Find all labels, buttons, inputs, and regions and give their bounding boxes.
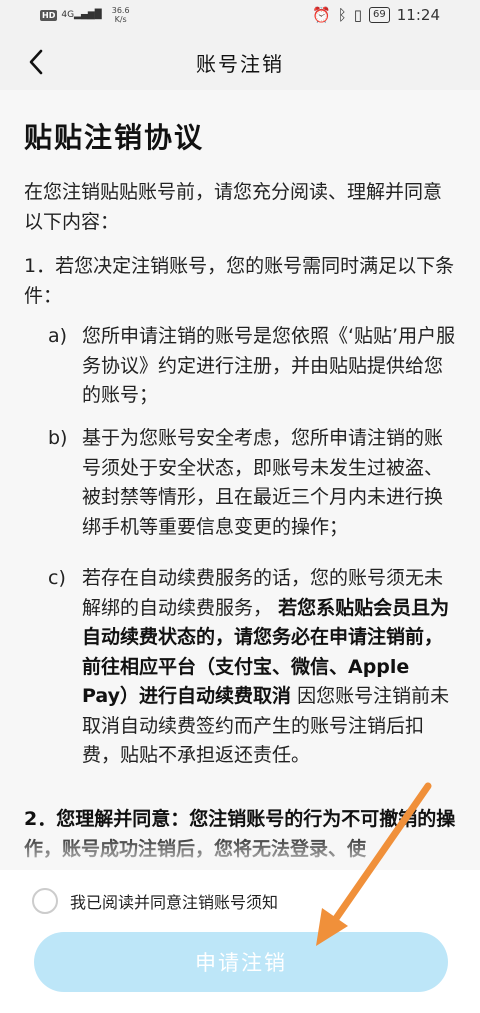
battery-icon: 69 bbox=[369, 7, 390, 23]
agreement-point-1: 1．若您决定注销账号，您的账号需同时满足以下条件： bbox=[24, 255, 455, 307]
clock: 11:24 bbox=[396, 6, 440, 24]
signal-icon: 4G▂▄▆█ bbox=[61, 9, 102, 20]
agreement-heading: 贴贴注销协议 bbox=[24, 121, 205, 154]
speed-unit: K/s bbox=[114, 15, 127, 24]
status-right: ⏰ ᛒ ▯ 69 11:24 bbox=[312, 6, 440, 24]
agree-row[interactable]: 我已阅读并同意注销账号须知 bbox=[32, 888, 278, 914]
status-left: HD 4G▂▄▆█ 36.6 K/s bbox=[40, 6, 130, 24]
nav-bar: 账号注销 bbox=[0, 34, 480, 90]
item-marker: b) bbox=[48, 427, 68, 449]
alarm-icon: ⏰ bbox=[312, 6, 331, 24]
item-text: 基于为您账号安全考虑，您所申请注销的账号须处于安全状态，即账号未发生过被盗、被封… bbox=[82, 427, 444, 538]
agreement-content[interactable]: 贴贴注销协议 在您注销贴贴账号前，请您充分阅读、理解并同意以下内容： 1．若您决… bbox=[0, 90, 480, 870]
status-bar: HD 4G▂▄▆█ 36.6 K/s ⏰ ᛒ ▯ 69 11:24 bbox=[0, 0, 480, 34]
hd-badge: HD bbox=[40, 9, 58, 21]
network-type: 4G bbox=[61, 9, 75, 20]
agree-checkbox[interactable] bbox=[32, 888, 58, 914]
item-marker: c) bbox=[48, 567, 66, 589]
item-text: 您所申请注销的账号是您依照《‘贴贴’用户服务协议》约定进行注册，并由贴贴提供给您… bbox=[82, 325, 456, 406]
page-title: 账号注销 bbox=[196, 52, 284, 76]
item-text: 若存在自动续费服务的话，您的账号须无未解绑的自动续费服务， 若您系贴贴会员且为自… bbox=[82, 564, 458, 771]
vibrate-icon: ▯ bbox=[353, 6, 363, 24]
item-marker: a) bbox=[48, 325, 68, 347]
footer: 我已阅读并同意注销账号须知 申请注销 bbox=[0, 870, 480, 1013]
network-speed: 36.6 K/s bbox=[112, 6, 130, 24]
speed-value: 36.6 bbox=[111, 6, 130, 15]
scroll-fade bbox=[0, 830, 480, 870]
bluetooth-icon: ᛒ bbox=[337, 6, 347, 24]
apply-cancel-button[interactable]: 申请注销 bbox=[34, 932, 448, 992]
agreement-intro: 在您注销贴贴账号前，请您充分阅读、理解并同意以下内容： bbox=[24, 181, 443, 233]
agree-label[interactable]: 我已阅读并同意注销账号须知 bbox=[70, 889, 278, 913]
